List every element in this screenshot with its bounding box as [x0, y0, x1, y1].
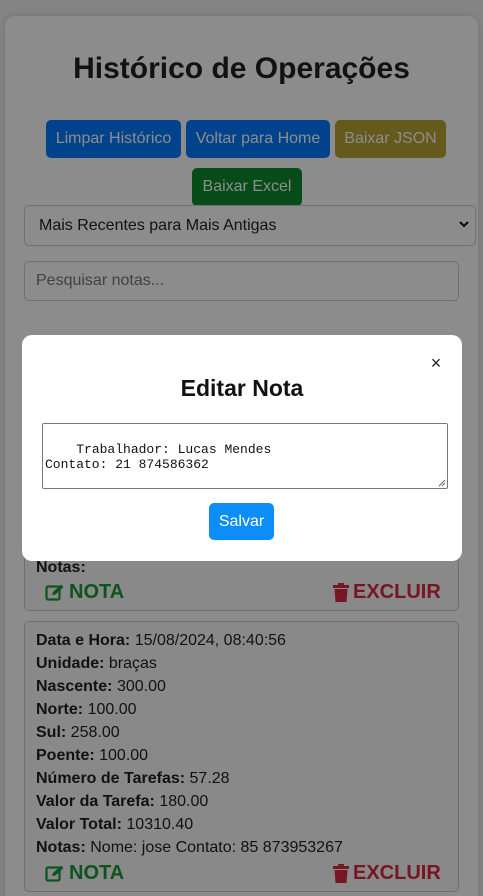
- note-textarea[interactable]: Trabalhador: Lucas Mendes Contato: 21 87…: [42, 423, 448, 489]
- save-button[interactable]: Salvar: [209, 503, 274, 540]
- close-icon[interactable]: ×: [427, 354, 445, 372]
- note-textarea-value: Trabalhador: Lucas Mendes Contato: 21 87…: [45, 442, 272, 472]
- edit-note-modal: × Editar Nota Trabalhador: Lucas Mendes …: [22, 335, 462, 561]
- resize-grip-icon[interactable]: [438, 479, 446, 487]
- modal-title: Editar Nota: [180, 375, 304, 401]
